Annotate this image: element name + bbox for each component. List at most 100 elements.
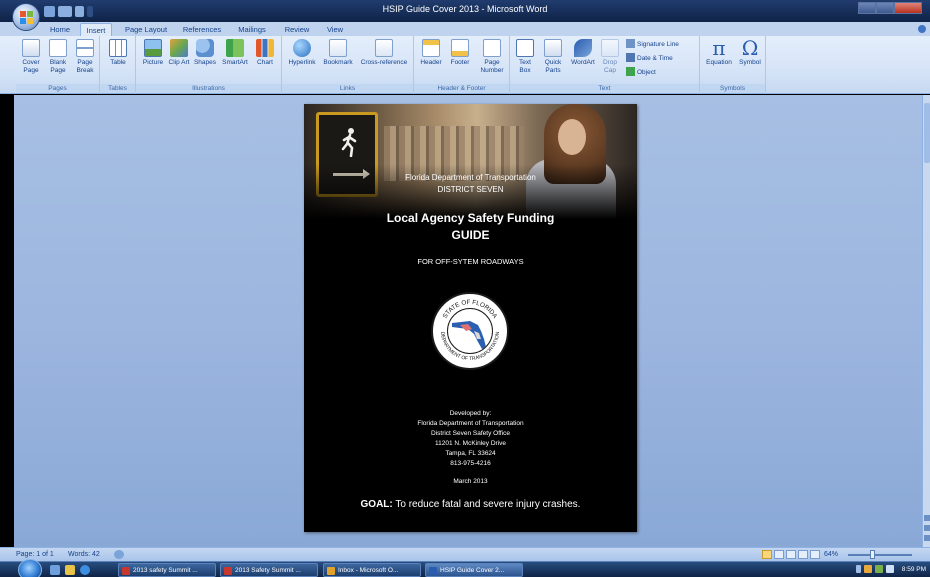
cover-title-guide: GUIDE <box>451 228 490 242</box>
ie-icon[interactable] <box>80 565 90 575</box>
cross-reference-label: Cross-reference <box>360 59 408 66</box>
quick-parts-button[interactable]: Quick Parts <box>539 39 567 75</box>
zoom-slider[interactable] <box>848 554 912 556</box>
clip-art-button[interactable]: Clip Art <box>168 39 190 67</box>
title-bar: HSIP Guide Cover 2013 - Microsoft Word <box>0 0 930 22</box>
signature-icon <box>626 39 635 48</box>
blank-page-button[interactable]: Blank Page <box>46 39 70 75</box>
cover-title: Local Agency Safety Funding <box>386 211 555 225</box>
symbol-button[interactable]: Ω Symbol <box>736 38 764 67</box>
quick-parts-label: Quick Parts <box>544 59 562 74</box>
drop-cap-button[interactable]: Drop Cap <box>599 39 621 75</box>
taskbar-item[interactable]: Inbox - Microsoft O... <box>323 563 421 577</box>
start-button[interactable] <box>18 559 42 577</box>
tab-mailings[interactable]: Mailings <box>234 23 270 36</box>
chart-button[interactable]: Chart <box>252 39 278 67</box>
taskbar-item[interactable]: 2013 Safety Summit ... <box>220 563 318 577</box>
network-icon[interactable] <box>875 565 883 573</box>
draft-icon[interactable] <box>810 550 820 559</box>
text-box-button[interactable]: Text Box <box>513 39 537 75</box>
outline-icon[interactable] <box>798 550 808 559</box>
minimize-button[interactable] <box>858 2 876 14</box>
tab-home[interactable]: Home <box>46 23 74 36</box>
word-count[interactable]: Words: 42 <box>68 549 100 561</box>
print-layout-icon[interactable] <box>762 550 772 559</box>
smartart-button[interactable]: SmartArt <box>220 39 250 67</box>
footer-button[interactable]: Footer <box>446 39 474 67</box>
hyperlink-label: Hyperlink <box>288 59 316 66</box>
shapes-button[interactable]: Shapes <box>192 39 218 67</box>
outlook-icon <box>327 567 335 575</box>
maximize-button[interactable] <box>876 2 894 14</box>
group-tables-label: Tables <box>100 84 135 93</box>
zoom-level[interactable]: 64% <box>824 549 838 561</box>
vertical-scrollbar[interactable] <box>922 95 930 547</box>
shapes-label: Shapes <box>193 59 217 66</box>
security-icon[interactable] <box>864 565 872 573</box>
group-illustrations-label: Illustrations <box>136 84 281 93</box>
taskbar-item[interactable]: 2013 safety Summit ... <box>118 563 216 577</box>
equation-button[interactable]: π Equation <box>703 38 735 67</box>
group-text: Text Box Quick Parts WordArt Drop Cap Si… <box>510 36 700 94</box>
explorer-icon[interactable] <box>65 565 75 575</box>
header-button[interactable]: Header <box>417 39 445 67</box>
quick-parts-icon <box>544 39 562 57</box>
text-box-icon <box>516 39 534 57</box>
browse-object-icon[interactable] <box>924 525 930 531</box>
table-icon <box>109 39 127 57</box>
bookmark-button[interactable]: Bookmark <box>320 39 356 67</box>
group-header-footer-label: Header & Footer <box>414 84 509 93</box>
hyperlink-button[interactable]: Hyperlink <box>285 39 319 67</box>
taskbar-item-label: 2013 Safety Summit ... <box>235 567 301 574</box>
taskbar-item-active[interactable]: HSIP Guide Cover 2... <box>425 563 523 577</box>
group-tables: Table Tables <box>100 36 136 94</box>
signature-line-button[interactable]: Signature Line <box>626 39 679 51</box>
scroll-thumb[interactable] <box>924 103 930 163</box>
header-label: Header <box>420 59 442 66</box>
help-icon[interactable] <box>918 25 926 33</box>
next-page-icon[interactable] <box>924 535 930 541</box>
cover-page-button[interactable]: Cover Page <box>18 39 44 75</box>
picture-label: Picture <box>142 59 164 66</box>
blank-page-icon <box>49 39 67 57</box>
group-symbols: π Equation Ω Symbol Symbols <box>700 36 766 94</box>
chart-label: Chart <box>257 59 273 66</box>
show-desktop-icon[interactable] <box>50 565 60 575</box>
tab-review[interactable]: Review <box>281 23 313 36</box>
group-header-footer: Header Footer Page Number Header & Foote… <box>414 36 510 94</box>
full-screen-reading-icon[interactable] <box>774 550 784 559</box>
prev-page-icon[interactable] <box>924 515 930 521</box>
cross-reference-button[interactable]: Cross-reference <box>356 39 412 67</box>
close-button[interactable] <box>894 2 922 14</box>
group-links-label: Links <box>282 84 413 93</box>
cover-photo <box>304 104 637 219</box>
document-page[interactable]: Florida Department of Transportation DIS… <box>304 104 637 532</box>
blank-page-label: Blank Page <box>49 59 67 74</box>
cover-date: March 2013 <box>453 478 488 485</box>
tab-insert[interactable]: Insert <box>80 23 112 36</box>
tab-references[interactable]: References <box>180 23 224 36</box>
zoom-slider-knob[interactable] <box>870 550 875 559</box>
wordart-icon <box>574 39 592 57</box>
object-label: Object <box>637 69 656 76</box>
tab-page-layout[interactable]: Page Layout <box>122 23 170 36</box>
volume-icon[interactable] <box>886 565 894 573</box>
tab-view[interactable]: View <box>322 23 348 36</box>
signature-line-label: Signature Line <box>637 41 679 48</box>
dev-address: 11201 N. McKinley Drive <box>434 440 507 447</box>
clock[interactable]: 8:59 PM <box>902 563 926 577</box>
florida-map-icon <box>447 308 493 354</box>
page-number-button[interactable]: Page Number <box>476 39 508 75</box>
object-button[interactable]: Object <box>626 67 656 79</box>
office-button[interactable] <box>12 3 40 31</box>
tray-arrow-icon[interactable] <box>856 565 861 573</box>
system-tray <box>856 565 894 573</box>
table-button[interactable]: Table <box>105 39 131 67</box>
proofing-icon[interactable] <box>114 550 124 559</box>
page-break-button[interactable]: Page Break <box>72 39 98 75</box>
date-time-button[interactable]: Date & Time <box>626 53 673 65</box>
picture-button[interactable]: Picture <box>140 39 166 67</box>
wordart-button[interactable]: WordArt <box>568 39 598 67</box>
web-layout-icon[interactable] <box>786 550 796 559</box>
ribbon-tabs: Home Insert Page Layout References Maili… <box>0 22 930 36</box>
